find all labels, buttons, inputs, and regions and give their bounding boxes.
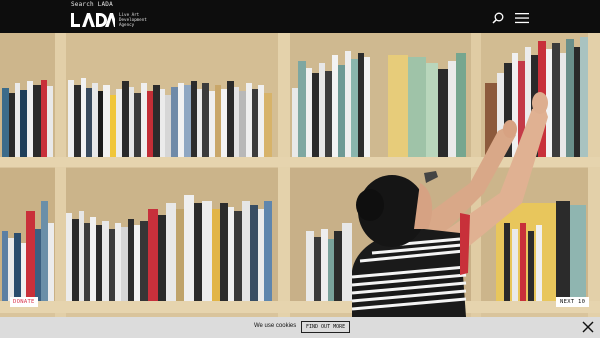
- search-icon[interactable]: [492, 12, 504, 24]
- next-10-button[interactable]: NEXT 10: [556, 297, 590, 307]
- donate-button[interactable]: DONATE: [10, 297, 38, 307]
- logo-subtitle-line: Agency: [119, 22, 135, 27]
- close-icon[interactable]: [582, 321, 594, 333]
- hero-image: [0, 33, 600, 317]
- site-header: Search LADA Live Art Development Agency: [0, 0, 600, 33]
- lada-wordmark-icon: [71, 12, 115, 27]
- search-link[interactable]: Search LADA: [71, 1, 113, 8]
- find-out-more-button[interactable]: FIND OUT MORE: [301, 321, 351, 333]
- lada-logo[interactable]: Live Art Development Agency: [71, 12, 147, 27]
- cookie-bar: We use cookies FIND OUT MORE: [0, 317, 600, 338]
- library-photo: [0, 33, 600, 317]
- cookie-text: We use cookies: [254, 323, 297, 329]
- logo-subtitle: Live Art Development Agency: [119, 12, 147, 27]
- hamburger-menu-icon[interactable]: [515, 12, 529, 24]
